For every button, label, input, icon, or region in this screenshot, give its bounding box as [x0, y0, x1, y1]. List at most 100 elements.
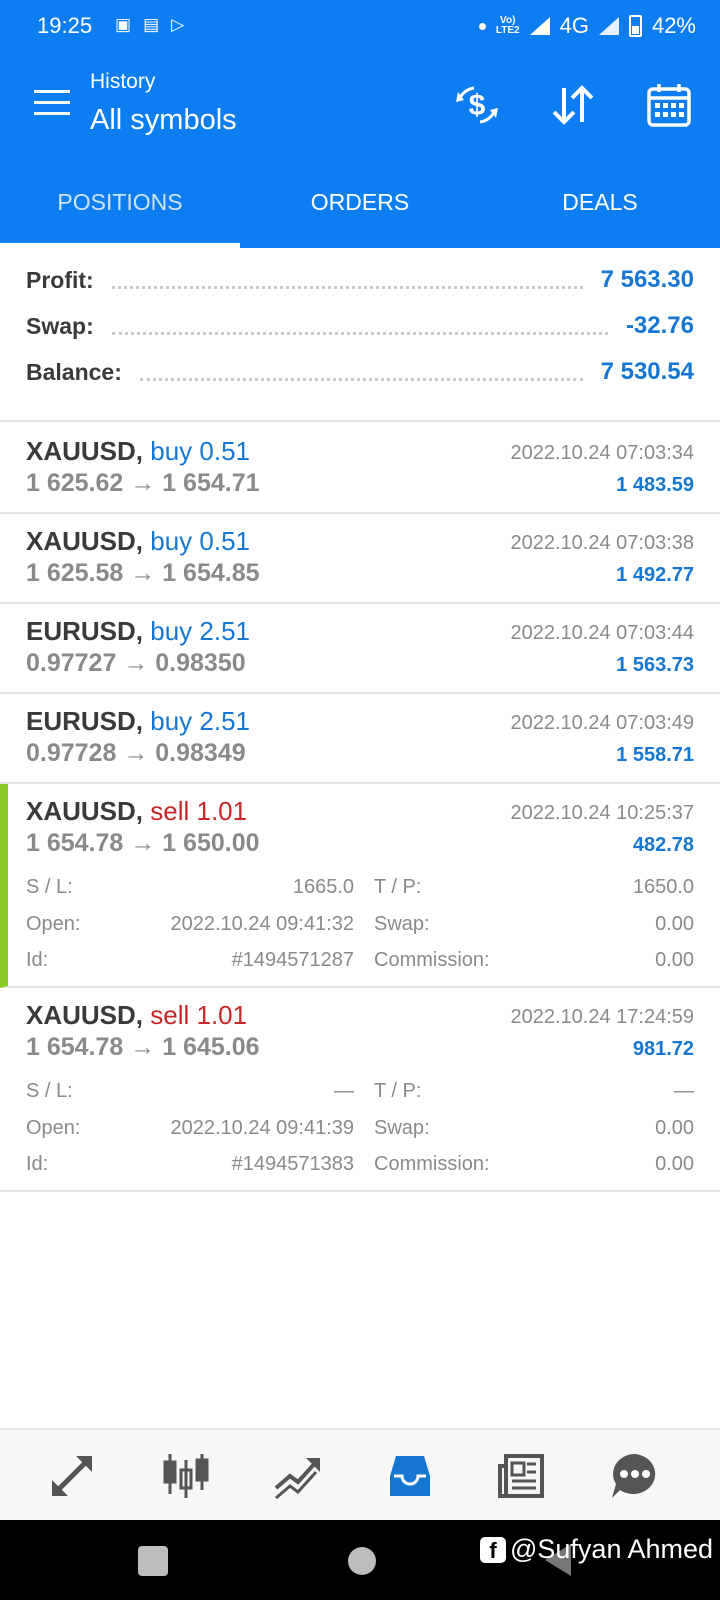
swap-label: Swap:: [26, 312, 94, 339]
position-detail-row: S / L: — T / P: —: [26, 1080, 694, 1104]
profit-label: Profit:: [26, 266, 94, 293]
balance-label: Balance:: [26, 358, 122, 385]
position-row[interactable]: XAUUSD, buy 0.51 1 625.62 → 1 654.71 202…: [0, 424, 720, 514]
battery-percent: 42%: [651, 13, 696, 38]
position-row-selected[interactable]: XAUUSD, sell 1.01 1 654.78 → 1 650.00 20…: [0, 784, 720, 988]
menu-icon[interactable]: [34, 90, 70, 116]
position-date: 2022.10.24 07:03:44: [510, 622, 694, 644]
status-time: 19:25: [37, 13, 93, 38]
tab-orders[interactable]: ORDERS: [240, 156, 480, 248]
app-bar: History All symbols $: [0, 52, 720, 156]
calendar-icon[interactable]: [646, 82, 692, 128]
trade-icon[interactable]: [272, 1450, 324, 1502]
sl-label: S / L:: [26, 1080, 73, 1102]
position-profit: 1 563.73: [616, 654, 694, 676]
status-notification-icons: ▣ ▤ ▷: [115, 14, 184, 36]
sl-value: 1665.0: [292, 876, 354, 898]
open-value: 2022.10.24 09:41:32: [170, 913, 354, 935]
position-symbol: EURUSD, buy 2.51: [26, 616, 250, 646]
position-profit: 1 492.77: [616, 564, 694, 586]
position-row[interactable]: EURUSD, buy 2.51 0.97727 → 0.98350 2022.…: [0, 604, 720, 694]
sort-icon[interactable]: [550, 82, 596, 128]
position-date: 2022.10.24 07:03:38: [510, 532, 694, 554]
tab-positions[interactable]: POSITIONS: [0, 156, 240, 248]
page-subtitle: History: [90, 70, 156, 93]
position-prices: 1 625.62 → 1 654.71: [26, 469, 260, 497]
tp-value: —: [674, 1080, 694, 1102]
positions-list: XAUUSD, buy 0.51 1 625.62 → 1 654.71 202…: [0, 424, 720, 1192]
summary-panel: Profit: 7 563.30 Swap: -32.76 Balance: 7…: [0, 248, 720, 422]
position-direction: sell 1.01: [150, 796, 248, 826]
profit-value: 7 563.30: [600, 266, 694, 293]
commission-value: 0.00: [655, 1153, 694, 1175]
position-date: 2022.10.24 17:24:59: [510, 1006, 694, 1028]
swap-label: Swap:: [374, 913, 430, 935]
page-title[interactable]: All symbols: [90, 104, 237, 137]
chart-candles-icon[interactable]: [160, 1450, 212, 1502]
position-symbol: XAUUSD, sell 1.01: [26, 796, 248, 826]
hd-icon: ▣: [115, 15, 132, 34]
position-detail-row: S / L: 1665.0 T / P: 1650.0: [26, 876, 694, 900]
swap-value: 0.00: [655, 1117, 694, 1139]
history-inbox-icon[interactable]: [384, 1450, 436, 1502]
position-row[interactable]: XAUUSD, buy 0.51 1 625.58 → 1 654.85 202…: [0, 514, 720, 604]
status-bar: 19:25 ▣ ▤ ▷ Vo) LTE2 4G 42%: [0, 0, 720, 52]
id-value: #1494571383: [231, 1153, 354, 1175]
currency-exchange-icon[interactable]: $: [454, 82, 500, 128]
notification-dot-icon: [478, 22, 486, 30]
position-symbol: XAUUSD, buy 0.51: [26, 436, 250, 466]
recents-button[interactable]: [138, 1546, 168, 1576]
dotted-leader: [139, 377, 583, 381]
tp-label: T / P:: [374, 876, 422, 898]
position-prices: 1 625.58 → 1 654.85: [26, 559, 260, 587]
id-label: Id:: [26, 1153, 49, 1175]
open-label: Open:: [26, 1117, 81, 1139]
tab-deals[interactable]: DEALS: [480, 156, 720, 248]
id-value: #1494571287: [231, 949, 354, 971]
svg-text:$: $: [469, 89, 486, 122]
swap-value: -32.76: [625, 312, 694, 339]
position-direction: buy 2.51: [150, 706, 250, 736]
position-date: 2022.10.24 10:25:37: [510, 802, 694, 824]
open-label: Open:: [26, 913, 81, 935]
position-detail-row: Id: #1494571383 Commission: 0.00: [26, 1153, 694, 1177]
position-direction: sell 1.01: [150, 1000, 248, 1030]
news-icon[interactable]: [496, 1450, 548, 1502]
chat-icon[interactable]: [608, 1450, 660, 1502]
position-detail-row: Open: 2022.10.24 09:41:39 Swap: 0.00: [26, 1117, 694, 1141]
position-direction: buy 2.51: [150, 616, 250, 646]
sl-label: S / L:: [26, 876, 73, 898]
signal-icon: [529, 17, 550, 35]
volte-icon: Vo) LTE2: [495, 15, 520, 36]
facebook-icon: f: [480, 1536, 506, 1563]
position-prices: 0.97728 → 0.98349: [26, 739, 246, 767]
tp-value: 1650.0: [632, 876, 694, 898]
id-label: Id:: [26, 949, 49, 971]
position-row-expanded[interactable]: XAUUSD, sell 1.01 1 654.78 → 1 645.06 20…: [0, 988, 720, 1192]
position-prices: 0.97727 → 0.98350: [26, 649, 246, 677]
position-row[interactable]: EURUSD, buy 2.51 0.97728 → 0.98349 2022.…: [0, 694, 720, 784]
home-button[interactable]: [348, 1547, 376, 1575]
position-profit: 981.72: [632, 1038, 694, 1060]
position-detail-row: Open: 2022.10.24 09:41:32 Swap: 0.00: [26, 913, 694, 937]
position-symbol: XAUUSD, buy 0.51: [26, 526, 250, 556]
position-date: 2022.10.24 07:03:34: [510, 442, 694, 464]
balance-value: 7 530.54: [600, 358, 694, 385]
open-value: 2022.10.24 09:41:39: [170, 1117, 354, 1139]
quotes-icon[interactable]: [46, 1450, 98, 1502]
sl-value: —: [334, 1080, 354, 1102]
watermark-text: @Sufyan Ahmed: [510, 1534, 714, 1564]
position-direction: buy 0.51: [150, 526, 250, 556]
summary-swap-row: Swap: -32.76: [26, 306, 694, 346]
position-date: 2022.10.24 07:03:49: [510, 712, 694, 734]
position-profit: 482.78: [632, 834, 694, 856]
summary-balance-row: Balance: 7 530.54: [26, 352, 694, 392]
summary-profit-row: Profit: 7 563.30: [26, 260, 694, 300]
position-direction: buy 0.51: [150, 436, 250, 466]
monitor-icon: ▤: [143, 15, 160, 34]
position-profit: 1 483.59: [616, 474, 694, 496]
swap-label: Swap:: [374, 1117, 430, 1139]
system-nav-bar: f @Sufyan Ahmed: [0, 1520, 720, 1600]
position-symbol: EURUSD, buy 2.51: [26, 706, 250, 736]
battery-icon: [628, 15, 642, 37]
